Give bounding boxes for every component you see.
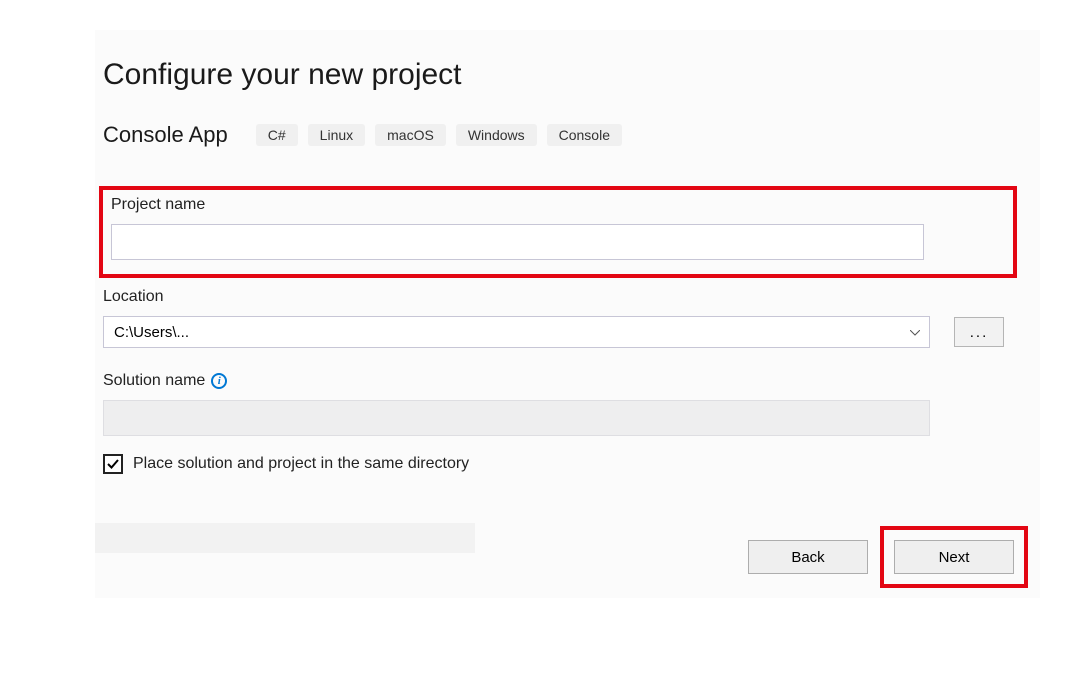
status-placeholder [95,523,475,553]
project-name-input[interactable] [111,224,924,260]
solution-name-input [103,400,930,436]
template-name: Console App [103,122,228,148]
same-directory-label: Place solution and project in the same d… [133,455,469,473]
configure-project-dialog: Configure your new project Console App C… [95,30,1040,598]
template-tag: Windows [456,124,537,146]
template-tag: macOS [375,124,446,146]
template-tag: C# [256,124,298,146]
solution-name-label: Solution name i [103,372,1040,390]
location-input[interactable] [103,316,930,348]
next-button[interactable]: Next [894,540,1014,574]
project-name-highlight: Project name [99,186,1017,278]
browse-button[interactable]: ... [954,317,1004,347]
project-name-label: Project name [111,196,1005,214]
template-tag: Console [547,124,622,146]
template-info-row: Console App C# Linux macOS Windows Conso… [95,122,1040,148]
back-button[interactable]: Back [748,540,868,574]
template-tag: Linux [308,124,365,146]
location-label: Location [103,288,1040,306]
solution-name-label-text: Solution name [103,372,205,390]
next-button-highlight: Next [880,526,1028,588]
info-icon[interactable]: i [211,373,227,389]
same-directory-checkbox[interactable] [103,454,123,474]
page-title: Configure your new project [95,58,1040,92]
